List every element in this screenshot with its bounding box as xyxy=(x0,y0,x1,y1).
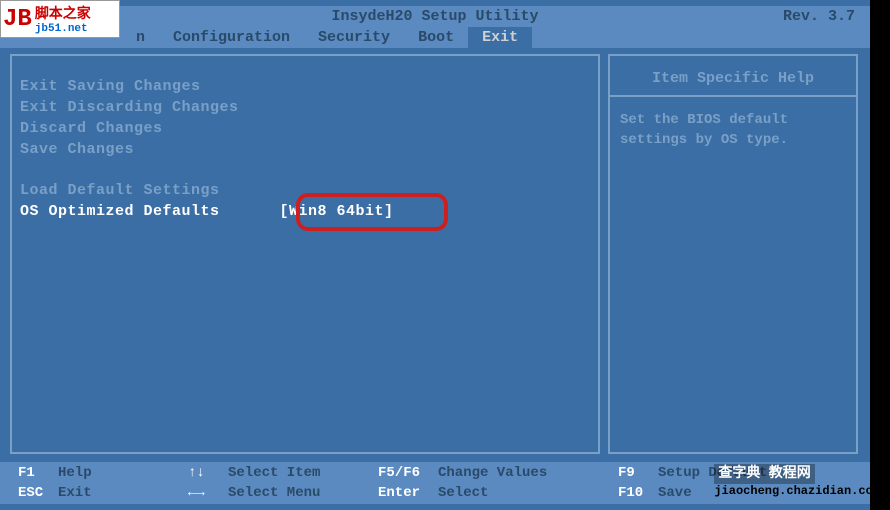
option-label: OS Optimized Defaults xyxy=(20,203,220,220)
action-select: Select xyxy=(438,485,508,501)
help-text: Set the BIOS default settings by OS type… xyxy=(610,97,856,164)
tab-boot[interactable]: Boot xyxy=(404,29,468,46)
logo-cn-text: 脚本之家 xyxy=(35,3,91,23)
key-updown: ↑↓ xyxy=(188,465,228,481)
option-value[interactable]: [Win8 64bit] xyxy=(280,203,394,220)
tab-exit[interactable]: Exit xyxy=(468,27,532,48)
option-save-changes[interactable]: Save Changes xyxy=(20,139,590,160)
key-esc: ESC xyxy=(18,485,58,501)
bios-screen: JB 脚本之家 jb51.net InsydeH20 Setup Utility… xyxy=(0,0,870,510)
logo-url: jb51.net xyxy=(35,23,91,35)
help-title: Item Specific Help xyxy=(610,56,856,97)
key-enter: Enter xyxy=(378,485,438,501)
logo-initials: JB xyxy=(3,6,32,33)
action-exit: Exit xyxy=(58,485,128,501)
action-select-item: Select Item xyxy=(228,465,320,481)
key-f10: F10 xyxy=(618,485,658,501)
action-select-menu: Select Menu xyxy=(228,485,320,501)
action-help: Help xyxy=(58,465,128,481)
watermark-bottom-en: jiaocheng.chazidian.com xyxy=(714,484,880,498)
tab-configuration[interactable]: Configuration xyxy=(159,29,304,46)
key-f9: F9 xyxy=(618,465,658,481)
tab-security[interactable]: Security xyxy=(304,29,404,46)
option-exit-discarding[interactable]: Exit Discarding Changes xyxy=(20,97,590,118)
watermark-bottom: 查字典 教程网 jiaocheng.chazidian.com xyxy=(714,462,880,498)
bios-title: InsydeH20 Setup Utility xyxy=(331,8,538,25)
help-panel: Item Specific Help Set the BIOS default … xyxy=(608,54,858,454)
key-f1: F1 xyxy=(18,465,58,481)
tab-information[interactable]: n xyxy=(122,29,159,46)
watermark-logo: JB 脚本之家 jb51.net xyxy=(0,0,120,38)
key-leftright: ←→ xyxy=(188,485,228,501)
header-bar: InsydeH20 Setup Utility Rev. 3.7 xyxy=(0,6,870,26)
watermark-bottom-cn: 查字典 教程网 xyxy=(714,464,814,484)
option-load-defaults[interactable]: Load Default Settings xyxy=(20,180,590,201)
option-os-optimized-defaults[interactable]: OS Optimized Defaults [Win8 64bit] xyxy=(20,201,590,222)
key-f5f6: F5/F6 xyxy=(378,465,438,481)
main-panel: Exit Saving Changes Exit Discarding Chan… xyxy=(10,54,600,454)
option-discard-changes[interactable]: Discard Changes xyxy=(20,118,590,139)
bios-revision: Rev. 3.7 xyxy=(783,8,855,25)
option-exit-saving[interactable]: Exit Saving Changes xyxy=(20,76,590,97)
action-change-values: Change Values xyxy=(438,465,547,481)
menu-tabs: n Configuration Security Boot Exit xyxy=(0,26,870,48)
